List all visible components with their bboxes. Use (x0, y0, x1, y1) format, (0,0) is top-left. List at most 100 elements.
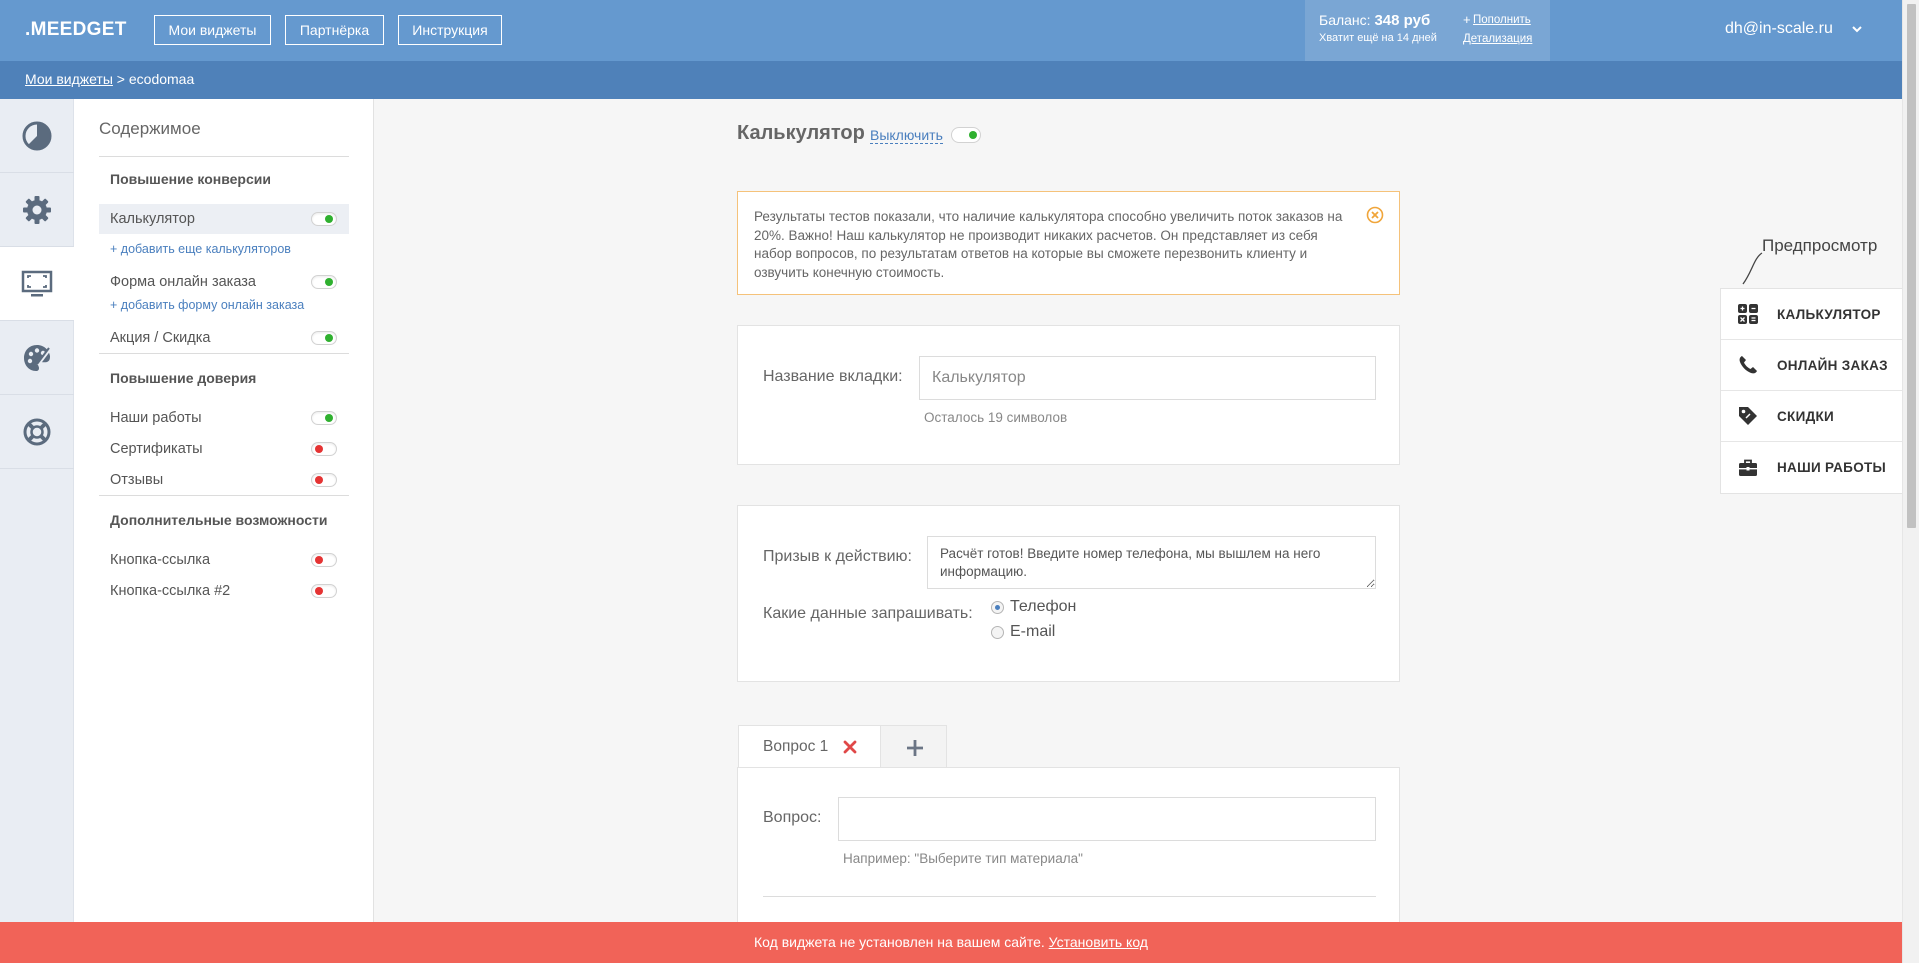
toggle-dot (315, 587, 323, 595)
disable-link[interactable]: Выключить (870, 127, 943, 144)
toggle-dot (325, 414, 333, 422)
breadcrumb: Мои виджеты > ecodomaa (25, 71, 194, 87)
sidebar-item-label: Кнопка-ссылка (110, 552, 211, 568)
sidebar-item-label: Калькулятор (110, 211, 195, 227)
sidebar-item-reviews[interactable]: Отзывы (99, 465, 349, 495)
preview-item-calculator[interactable]: КАЛЬКУЛЯТОР (1721, 289, 1903, 340)
balance-value: 348 руб (1374, 12, 1431, 29)
toggle-link-button[interactable] (311, 553, 337, 567)
sidebar-item-label: Форма онлайн заказа (110, 274, 256, 290)
add-question-tab[interactable] (880, 725, 947, 768)
radio-circle (991, 625, 1004, 639)
palette-icon (24, 344, 52, 371)
install-code-link[interactable]: Установить код (1049, 934, 1148, 950)
section-conversion: Повышение конверсии (110, 171, 271, 187)
rail-support[interactable] (0, 395, 74, 469)
curve-arrow-icon (1742, 252, 1763, 285)
tag-icon (1737, 405, 1759, 427)
add-order-form-link[interactable]: + добавить форму онлайн заказа (110, 298, 304, 312)
rail-stats[interactable] (0, 99, 74, 173)
sidebar-item-discount[interactable]: Акция / Скидка (99, 323, 349, 353)
section-extras: Дополнительные возможности (110, 512, 328, 528)
scrollbar[interactable] (1902, 0, 1919, 963)
gear-icon (23, 195, 51, 224)
rail-design[interactable] (0, 321, 74, 395)
balance-days: Хватит ещё на 14 дней (1319, 32, 1437, 44)
preview-item-online-order[interactable]: ОНЛАЙН ЗАКАЗ (1721, 340, 1903, 391)
info-alert: Результаты тестов показали, что наличие … (737, 191, 1400, 295)
add-calculator-link[interactable]: + добавить еще калькуляторов (110, 242, 291, 256)
tab-name-input[interactable] (919, 356, 1376, 400)
sidebar-item-calculator[interactable]: Калькулятор (99, 204, 349, 234)
tab-question-1[interactable]: Вопрос 1 (738, 725, 881, 768)
close-icon[interactable] (1366, 206, 1384, 224)
sidebar-title: Содержимое (99, 119, 201, 138)
rail-settings[interactable] (0, 173, 74, 247)
top-bar: .MEEDGET Мои виджеты Партнёрка Инструкци… (0, 0, 1902, 61)
preview-item-label: СКИДКИ (1777, 408, 1835, 424)
radio-label: E-mail (1010, 623, 1056, 640)
delete-icon[interactable] (843, 740, 857, 754)
sidebar-item-label: Кнопка-ссылка #2 (110, 583, 231, 599)
sidebar-item-link-button[interactable]: Кнопка-ссылка (99, 545, 349, 575)
balance-box: Баланс: 348 руб Хватит ещё на 14 дней + … (1305, 0, 1550, 61)
monitor-icon (21, 270, 53, 296)
sidebar-item-order-form[interactable]: Форма онлайн заказа (99, 267, 349, 297)
divider (99, 495, 349, 496)
phone-icon (1737, 354, 1759, 376)
toggle-dot (969, 131, 977, 139)
toggle-link-button-2[interactable] (311, 584, 337, 598)
chevron-down-icon[interactable] (1851, 23, 1863, 35)
radio-phone[interactable]: Телефон (991, 598, 1076, 616)
toggle-order-form[interactable] (311, 275, 337, 289)
toggle-dot (315, 556, 323, 564)
radio-circle (991, 600, 1004, 614)
breadcrumb-separator: > (112, 71, 129, 87)
preview-label: Предпросмотр (1762, 236, 1878, 255)
sidebar-item-portfolio[interactable]: Наши работы (99, 403, 349, 433)
rail-content[interactable] (0, 247, 75, 321)
radio-email[interactable]: E-mail (991, 623, 1055, 641)
divider (763, 896, 1376, 897)
sidebar-item-label: Сертификаты (110, 441, 203, 457)
instructions-button[interactable]: Инструкция (398, 15, 502, 45)
tab-name-label: Название вкладки: (763, 368, 903, 385)
preview-item-portfolio[interactable]: НАШИ РАБОТЫ (1721, 442, 1903, 493)
divider (99, 156, 349, 157)
briefcase-icon (1737, 457, 1759, 479)
user-email[interactable]: dh@in-scale.ru (1725, 20, 1833, 38)
partner-button[interactable]: Партнёрка (285, 15, 384, 45)
toggle-dot (325, 215, 333, 223)
toggle-reviews[interactable] (311, 473, 337, 487)
sidebar-item-label: Отзывы (110, 472, 164, 488)
install-banner: Код виджета не установлен на вашем сайте… (0, 922, 1902, 963)
breadcrumb-root[interactable]: Мои виджеты (25, 71, 113, 87)
topup-link[interactable]: Пополнить (1473, 14, 1531, 26)
toggle-dot (315, 476, 323, 484)
toggle-discount[interactable] (311, 331, 337, 345)
question-card: Вопрос: Например: "Выберите тип материал… (737, 767, 1400, 927)
my-widgets-button[interactable]: Мои виджеты (154, 15, 271, 45)
toggle-calculator[interactable] (311, 212, 337, 226)
toggle-dot (325, 334, 333, 342)
data-request-label: Какие данные запрашивать: (763, 605, 973, 622)
breadcrumb-bar: Мои виджеты > ecodomaa (0, 61, 1902, 99)
toggle-certificates[interactable] (311, 442, 337, 456)
balance-line: Баланс: 348 руб (1319, 12, 1430, 29)
sidebar-item-certificates[interactable]: Сертификаты (99, 434, 349, 464)
cta-textarea[interactable]: Расчёт готов! Введите номер телефона, мы… (927, 536, 1376, 589)
question-input[interactable] (838, 797, 1376, 841)
tab-name-hint: Осталось 19 символов (924, 410, 1068, 425)
calculator-toggle[interactable] (951, 127, 981, 143)
sidebar-item-label: Наши работы (110, 410, 202, 426)
divider (99, 353, 349, 354)
scrollbar-thumb[interactable] (1907, 4, 1916, 528)
question-label: Вопрос: (763, 809, 822, 826)
toggle-portfolio[interactable] (311, 411, 337, 425)
details-link[interactable]: Детализация (1463, 33, 1532, 45)
logo[interactable]: .MEEDGET (25, 19, 127, 41)
sidebar-item-link-button-2[interactable]: Кнопка-ссылка #2 (99, 576, 349, 606)
preview-item-label: НАШИ РАБОТЫ (1777, 460, 1887, 475)
content-sidebar: Содержимое Повышение конверсии Калькулят… (74, 99, 374, 963)
preview-item-discounts[interactable]: СКИДКИ (1721, 391, 1903, 442)
